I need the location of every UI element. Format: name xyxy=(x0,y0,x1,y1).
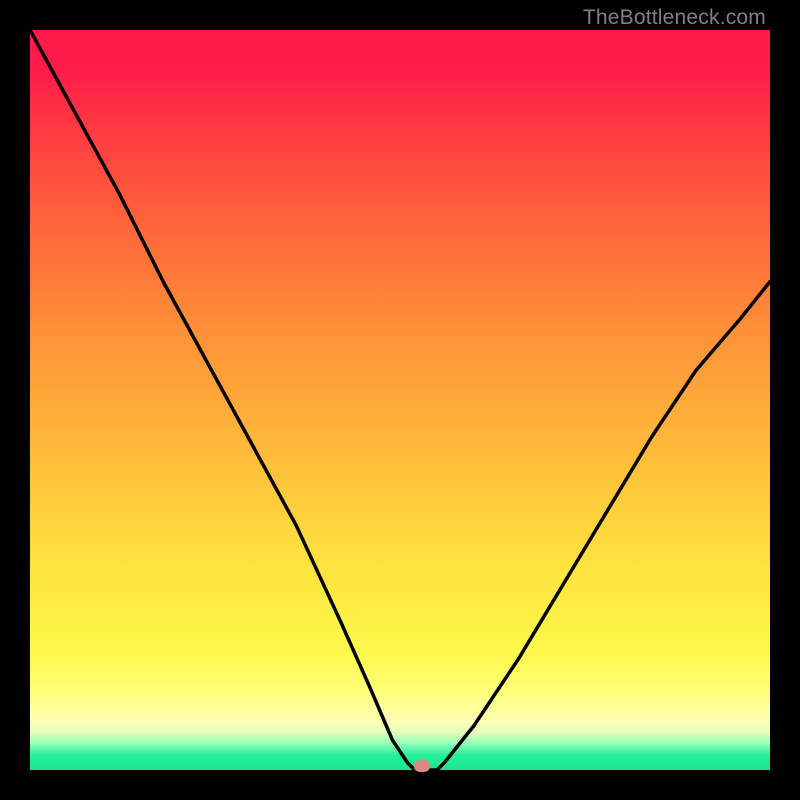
watermark-text: TheBottleneck.com xyxy=(583,6,766,30)
curve-svg xyxy=(30,30,770,770)
chart-container: TheBottleneck.com xyxy=(0,0,800,800)
optimal-marker xyxy=(414,760,430,772)
bottleneck-curve-path xyxy=(30,30,770,770)
plot-area xyxy=(30,30,770,770)
